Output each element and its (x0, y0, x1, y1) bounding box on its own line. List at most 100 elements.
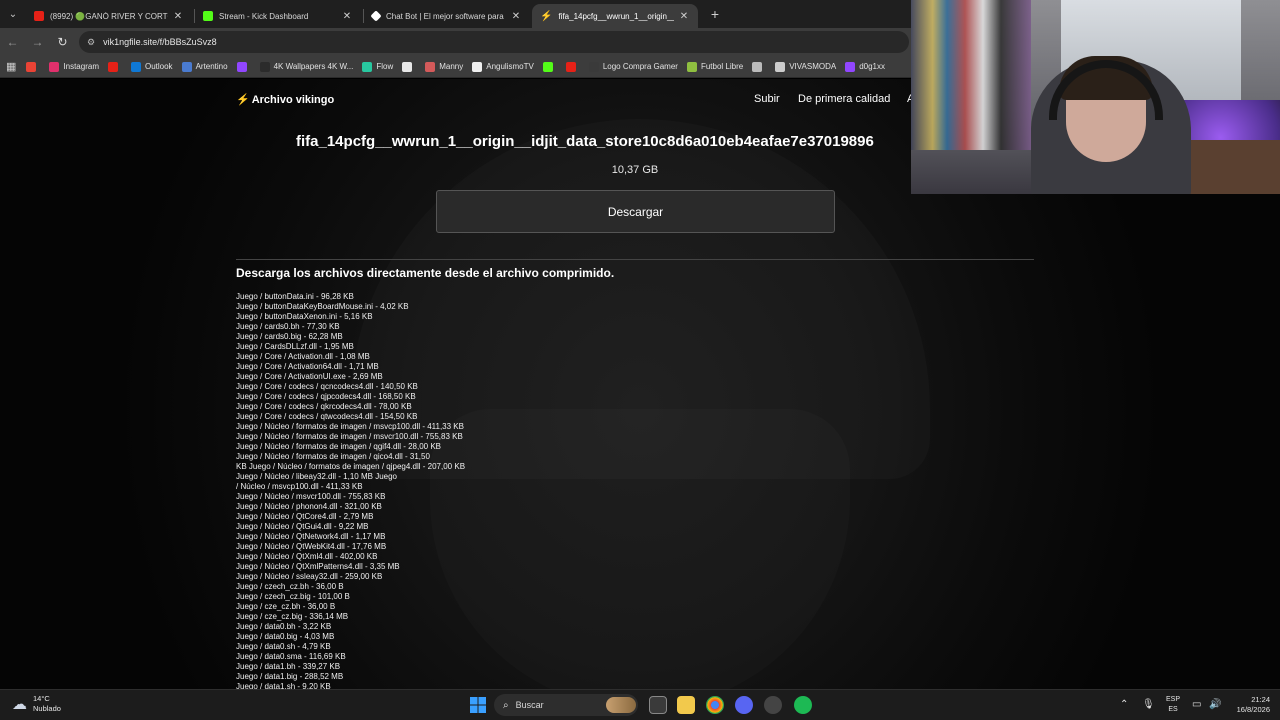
file-list-item: Juego / czech_cz.big - 101,00 B (236, 592, 350, 601)
weather-temperature: 14°C (33, 694, 50, 703)
brand-name: Archivo vikingo (251, 94, 335, 106)
close-icon[interactable]: ✕ (172, 11, 184, 22)
search-icon: ⌕ (503, 699, 509, 711)
volume-icon[interactable]: 🔊 (1209, 699, 1221, 710)
address-bar[interactable]: ⚙ vik1ngfile.site/f/bBBsZuSvz8 (79, 31, 909, 53)
bookmark-label: Manny (439, 62, 464, 71)
bookmark-item[interactable]: AngulismoTV (472, 61, 534, 72)
file-list-item: Juego / Núcleo / QtXml4.dll - 402,00 KB (236, 552, 378, 561)
file-list-item: Juego / Core / codecs / qkrcodecs4.dll -… (236, 402, 412, 411)
file-list-item: / Núcleo / msvcp100.dll - 411,33 KB (236, 482, 363, 491)
chrome-icon[interactable] (706, 696, 724, 714)
site-info-icon[interactable]: ⚙ (87, 37, 95, 48)
nav-premium-link[interactable]: De primera calidad (798, 93, 890, 105)
spotify-icon[interactable] (794, 696, 812, 714)
reload-icon[interactable]: ↻ (50, 28, 75, 56)
bookmark-favicon-icon (362, 61, 373, 72)
bookmark-favicon-icon (425, 61, 436, 72)
discord-icon[interactable] (735, 696, 753, 714)
bookmark-item[interactable]: Instagram (49, 61, 99, 72)
bookmark-favicon-icon (130, 61, 141, 72)
bookmark-item[interactable] (565, 61, 580, 72)
system-clock[interactable]: 21:24 16/8/2026 (1228, 695, 1270, 715)
tab-title: Chat Bot | El mejor software para (386, 11, 504, 21)
keyboard-layout: ES (1168, 706, 1178, 713)
bookmark-favicon-icon (181, 61, 192, 72)
archive-file-list: Juego / buttonData.ini - 96,28 KB Juego /… (236, 292, 636, 690)
microphone-icon[interactable]: 🎙 (1142, 699, 1155, 710)
file-list-item: Juego / buttonDataKeyBoardMouse.ini - 4,… (236, 302, 409, 311)
bookmark-item[interactable] (236, 61, 251, 72)
file-list-item: Juego / buttonDataXenon.ini - 5,16 KB (236, 312, 373, 321)
new-tab-button[interactable]: + (704, 3, 726, 25)
file-list-item: Juego / Núcleo / formatos de imagen / qi… (236, 452, 430, 461)
tab-kick-dashboard[interactable]: Stream - Kick Dashboard ✕ (195, 4, 361, 28)
bookmark-favicon-icon (472, 61, 483, 72)
close-icon[interactable]: ✕ (341, 11, 353, 22)
bookmark-item[interactable]: d0g1xx (845, 61, 885, 72)
file-list-item: Juego / Núcleo / formatos de imagen / ms… (236, 432, 463, 441)
bookmark-label: Futbol Libre (700, 62, 744, 71)
weather-widget[interactable]: ☁ 14°C Nublado (12, 694, 61, 714)
tab-vikingfile-active[interactable]: ⚡ fifa_14pcfg__wwrun_1__origin__idjit_da… (532, 4, 698, 28)
bookmark-item[interactable]: VIVASMODA (775, 61, 836, 72)
tray-overflow-chevron-icon[interactable]: ⌃ (1120, 699, 1128, 710)
cloud-icon: ☁ (12, 696, 27, 713)
download-button[interactable]: Descargar (436, 190, 835, 233)
tab-youtube[interactable]: (8992) 🟢GANÓ RIVER Y CORTÓ ✕ (26, 4, 192, 28)
file-list-item: Juego / Núcleo / formatos de imagen / ms… (236, 422, 464, 431)
close-icon[interactable]: ✕ (678, 11, 690, 22)
apps-grid-icon[interactable]: ▦ (6, 60, 16, 73)
url-text[interactable]: vik1ngfile.site/f/bBBsZuSvz8 (103, 37, 217, 47)
file-list-item: Juego / data0.big - 4,03 MB (236, 632, 335, 641)
bookmark-item[interactable]: Manny (425, 61, 464, 72)
taskbar-search[interactable]: ⌕ Buscar (494, 694, 638, 716)
site-logo[interactable]: ⚡ Archivo vikingo (236, 93, 334, 106)
bookmark-label: Flow (376, 62, 394, 71)
display-icon[interactable]: ▭ (1192, 699, 1201, 710)
file-list-item: Juego / data1.bh - 339,27 KB (236, 662, 341, 671)
bookmark-favicon-icon (26, 61, 37, 72)
windows-taskbar: ☁ 14°C Nublado ⌕ Buscar ⌃ 🎙 ESP ES ▭ 🔊 2… (0, 689, 1280, 720)
tab-title: fifa_14pcfg__wwrun_1__origin__idjit_data… (558, 11, 674, 21)
bookmark-item[interactable]: Futbol Libre (686, 61, 744, 72)
bookmark-favicon-icon (402, 61, 413, 72)
bookmark-item[interactable]: Logo Compra Gamer (588, 61, 678, 72)
windows-start-icon[interactable] (469, 696, 487, 714)
bookmark-item[interactable]: Outlook (130, 61, 173, 72)
tab-chat-bot[interactable]: Chat Bot | El mejor software para ✕ (364, 4, 530, 28)
file-list-item: Juego / Núcleo / QtCore4.dll - 2,79 MB (236, 512, 374, 521)
bookmark-favicon-icon (588, 61, 599, 72)
bookmark-favicon-icon (565, 61, 576, 72)
bookmark-item[interactable]: Artentino (181, 61, 228, 72)
file-list-item: Juego / CardsDLLzf.dll - 1,95 MB (236, 342, 354, 351)
bookmark-item[interactable] (542, 61, 557, 72)
site-header: ⚡ Archivo vikingo Subir De primera calida… (236, 93, 916, 107)
close-icon[interactable]: ✕ (510, 11, 522, 22)
file-list-item: KB Juego / Núcleo / formatos de imagen /… (236, 462, 466, 471)
file-list-item: Juego / cze_cz.bh - 36,00 B (236, 602, 336, 611)
bookmark-label: Logo Compra Gamer (602, 62, 678, 71)
file-list-item: Juego / Core / ActivationUI.exe - 2,69 M… (236, 372, 383, 381)
bookmark-item[interactable] (402, 61, 416, 72)
obs-icon[interactable] (764, 696, 782, 714)
bookmark-item[interactable]: Flow (362, 61, 394, 72)
bookmark-item[interactable] (752, 61, 766, 72)
bolt-icon: ⚡ (236, 94, 250, 106)
bookmark-item[interactable]: 4K Wallpapers 4K W... (259, 61, 353, 72)
bookmark-item[interactable] (107, 61, 122, 72)
bookmark-item[interactable] (26, 61, 40, 72)
file-list-item: Juego / cze_cz.big - 336,14 MB (236, 612, 349, 621)
language-indicator[interactable]: ESP ES (1164, 695, 1182, 715)
forward-arrow-icon[interactable]: → (25, 28, 50, 56)
tab-search-chevron-icon[interactable]: ⌄ (0, 0, 26, 28)
bookmark-favicon-icon (236, 61, 247, 72)
task-view-icon[interactable] (649, 696, 667, 714)
back-arrow-icon[interactable]: ← (0, 28, 25, 56)
nav-upload-link[interactable]: Subir (754, 93, 780, 105)
bookmark-favicon-icon (107, 61, 118, 72)
file-explorer-icon[interactable] (677, 696, 695, 714)
file-list-item: Juego / Core / codecs / qcncodecs4.dll -… (236, 382, 418, 391)
file-list-item: Juego / data0.sma - 116,69 KB (236, 652, 346, 661)
bookmark-favicon-icon (49, 61, 60, 72)
